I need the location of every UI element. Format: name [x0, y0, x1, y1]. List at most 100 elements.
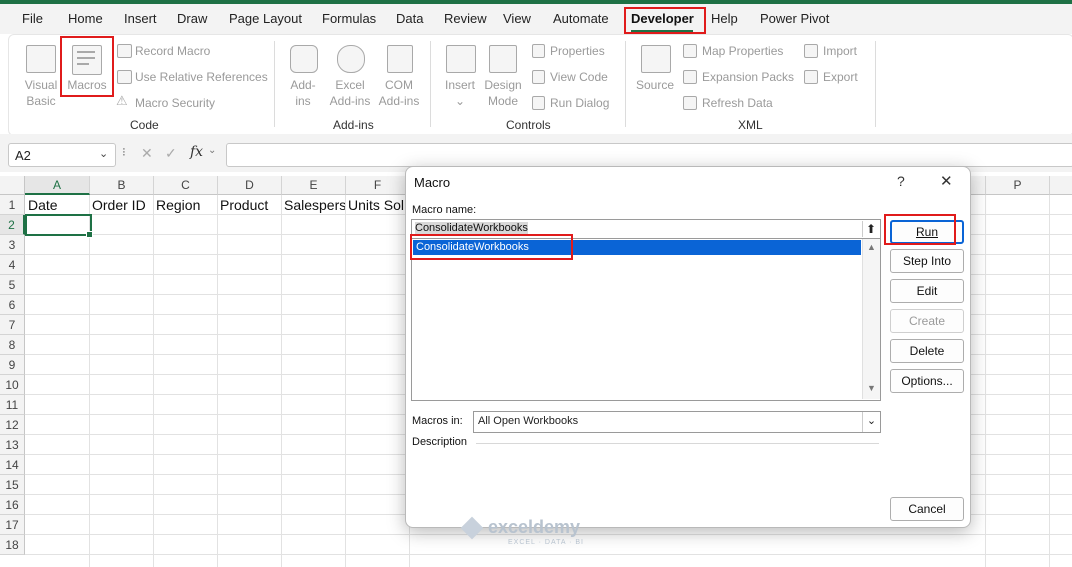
select-all-corner[interactable]: [0, 176, 25, 195]
cell-e1[interactable]: Salespers: [284, 197, 345, 213]
cell-a1[interactable]: Date: [28, 197, 88, 213]
menu-help[interactable]: Help: [711, 11, 738, 26]
source-button[interactable]: Source: [633, 77, 677, 93]
row-header[interactable]: 13: [0, 435, 25, 455]
menu-insert[interactable]: Insert: [124, 11, 157, 26]
menu-draw[interactable]: Draw: [177, 11, 207, 26]
insert-function-fx-icon[interactable]: fx: [190, 144, 203, 160]
column-header-a[interactable]: A: [25, 176, 90, 195]
row-header[interactable]: 8: [0, 335, 25, 355]
macros-in-value: All Open Workbooks: [478, 415, 579, 427]
menu-review[interactable]: Review: [444, 11, 487, 26]
chevron-down-icon[interactable]: ⌄: [208, 145, 216, 156]
create-button[interactable]: Create: [890, 309, 964, 333]
expansion-packs-button[interactable]: Expansion Packs: [702, 70, 794, 84]
scroll-down-icon[interactable]: ▼: [867, 383, 876, 393]
fill-handle[interactable]: [86, 231, 93, 238]
row-header[interactable]: 3: [0, 235, 25, 255]
row-header[interactable]: 6: [0, 295, 25, 315]
cancel-button[interactable]: Cancel: [890, 497, 964, 521]
add-ins-button[interactable]: Add-ins: [283, 77, 323, 109]
menu-file[interactable]: File: [22, 11, 43, 26]
delete-button[interactable]: Delete: [890, 339, 964, 363]
run-dialog-icon: [532, 96, 545, 110]
source-icon: [641, 45, 671, 73]
chevron-down-icon[interactable]: ⌄: [99, 147, 108, 160]
menu-view[interactable]: View: [503, 11, 531, 26]
visual-basic-button[interactable]: Visual Basic: [19, 77, 63, 109]
help-icon[interactable]: ?: [897, 173, 905, 189]
row-header[interactable]: 9: [0, 355, 25, 375]
close-icon[interactable]: ✕: [940, 172, 953, 190]
cell-d1[interactable]: Product: [220, 197, 280, 213]
group-label-controls: Controls: [506, 118, 551, 132]
refresh-data-button[interactable]: Refresh Data: [702, 96, 773, 110]
menu-formulas[interactable]: Formulas: [322, 11, 376, 26]
column-header-p[interactable]: P: [986, 176, 1050, 195]
up-arrow-icon[interactable]: ⬆: [862, 221, 879, 237]
column-header-b[interactable]: B: [90, 176, 154, 195]
name-box[interactable]: A2 ⌄: [8, 143, 116, 167]
row-header[interactable]: 1: [0, 195, 25, 215]
com-add-ins-button[interactable]: COM Add-ins: [375, 77, 423, 109]
column-header-c[interactable]: C: [154, 176, 218, 195]
macro-list[interactable]: ConsolidateWorkbooks ▲ ▼: [411, 238, 881, 401]
developer-highlight-box: [624, 7, 706, 34]
chevron-down-icon[interactable]: ⌄: [862, 412, 880, 432]
column-header-d[interactable]: D: [218, 176, 282, 195]
menu-power-pivot[interactable]: Power Pivot: [760, 11, 829, 26]
step-into-button[interactable]: Step Into: [890, 249, 964, 273]
macros-in-select[interactable]: All Open Workbooks ⌄: [473, 411, 881, 433]
row-header[interactable]: 16: [0, 495, 25, 515]
row-header[interactable]: 5: [0, 275, 25, 295]
cell-c1[interactable]: Region: [156, 197, 216, 213]
row-header[interactable]: 7: [0, 315, 25, 335]
run-dialog-button[interactable]: Run Dialog: [550, 96, 609, 110]
export-button[interactable]: Export: [823, 70, 858, 84]
row-header[interactable]: 17: [0, 515, 25, 535]
macro-security-button[interactable]: Macro Security: [135, 96, 215, 110]
column-header-q[interactable]: [1050, 176, 1072, 195]
list-scrollbar[interactable]: ▲ ▼: [862, 239, 880, 399]
scroll-up-icon[interactable]: ▲: [867, 242, 876, 252]
row-header[interactable]: 12: [0, 415, 25, 435]
row-header[interactable]: 10: [0, 375, 25, 395]
insert-control-button[interactable]: Insert ⌄: [439, 77, 481, 109]
grid-line: [1049, 195, 1050, 567]
excel-add-ins-button[interactable]: Excel Add-ins: [325, 77, 375, 109]
cell-f1[interactable]: Units Sol: [348, 197, 409, 213]
row-header[interactable]: 2: [0, 215, 25, 235]
selected-cell-a2[interactable]: [25, 214, 92, 236]
relative-references-icon: [117, 70, 132, 84]
name-box-value: A2: [15, 148, 31, 163]
import-button[interactable]: Import: [823, 44, 857, 58]
row-header[interactable]: 14: [0, 455, 25, 475]
row-header[interactable]: 15: [0, 475, 25, 495]
row-header[interactable]: 4: [0, 255, 25, 275]
ribbon: Visual Basic Macros Record Macro Use Rela…: [8, 34, 1072, 136]
column-header-f[interactable]: F: [346, 176, 410, 195]
menu-page-layout[interactable]: Page Layout: [229, 11, 302, 26]
menu-bar: File Home Insert Draw Page Layout Formul…: [0, 4, 1072, 34]
formula-input[interactable]: [226, 143, 1072, 167]
use-relative-references-button[interactable]: Use Relative References: [135, 70, 268, 84]
row-header[interactable]: 11: [0, 395, 25, 415]
map-properties-button[interactable]: Map Properties: [702, 44, 783, 58]
edit-button[interactable]: Edit: [890, 279, 964, 303]
cell-b1[interactable]: Order ID: [92, 197, 152, 213]
menu-data[interactable]: Data: [396, 11, 423, 26]
options-button[interactable]: Options...: [890, 369, 964, 393]
design-mode-button[interactable]: Design Mode: [482, 77, 524, 109]
record-macro-button[interactable]: Record Macro: [135, 44, 210, 58]
confirm-entry-icon[interactable]: ✓: [165, 145, 177, 162]
menu-home[interactable]: Home: [68, 11, 103, 26]
view-code-button[interactable]: View Code: [550, 70, 608, 84]
row-header[interactable]: 18: [0, 535, 25, 555]
column-header-e[interactable]: E: [282, 176, 346, 195]
properties-button[interactable]: Properties: [550, 44, 605, 58]
insert-toolbox-icon: [446, 45, 476, 73]
dialog-title: Macro: [414, 175, 451, 190]
menu-automate[interactable]: Automate: [553, 11, 609, 26]
cancel-entry-icon[interactable]: ✕: [141, 145, 153, 162]
ribbon-separator: [625, 41, 626, 127]
